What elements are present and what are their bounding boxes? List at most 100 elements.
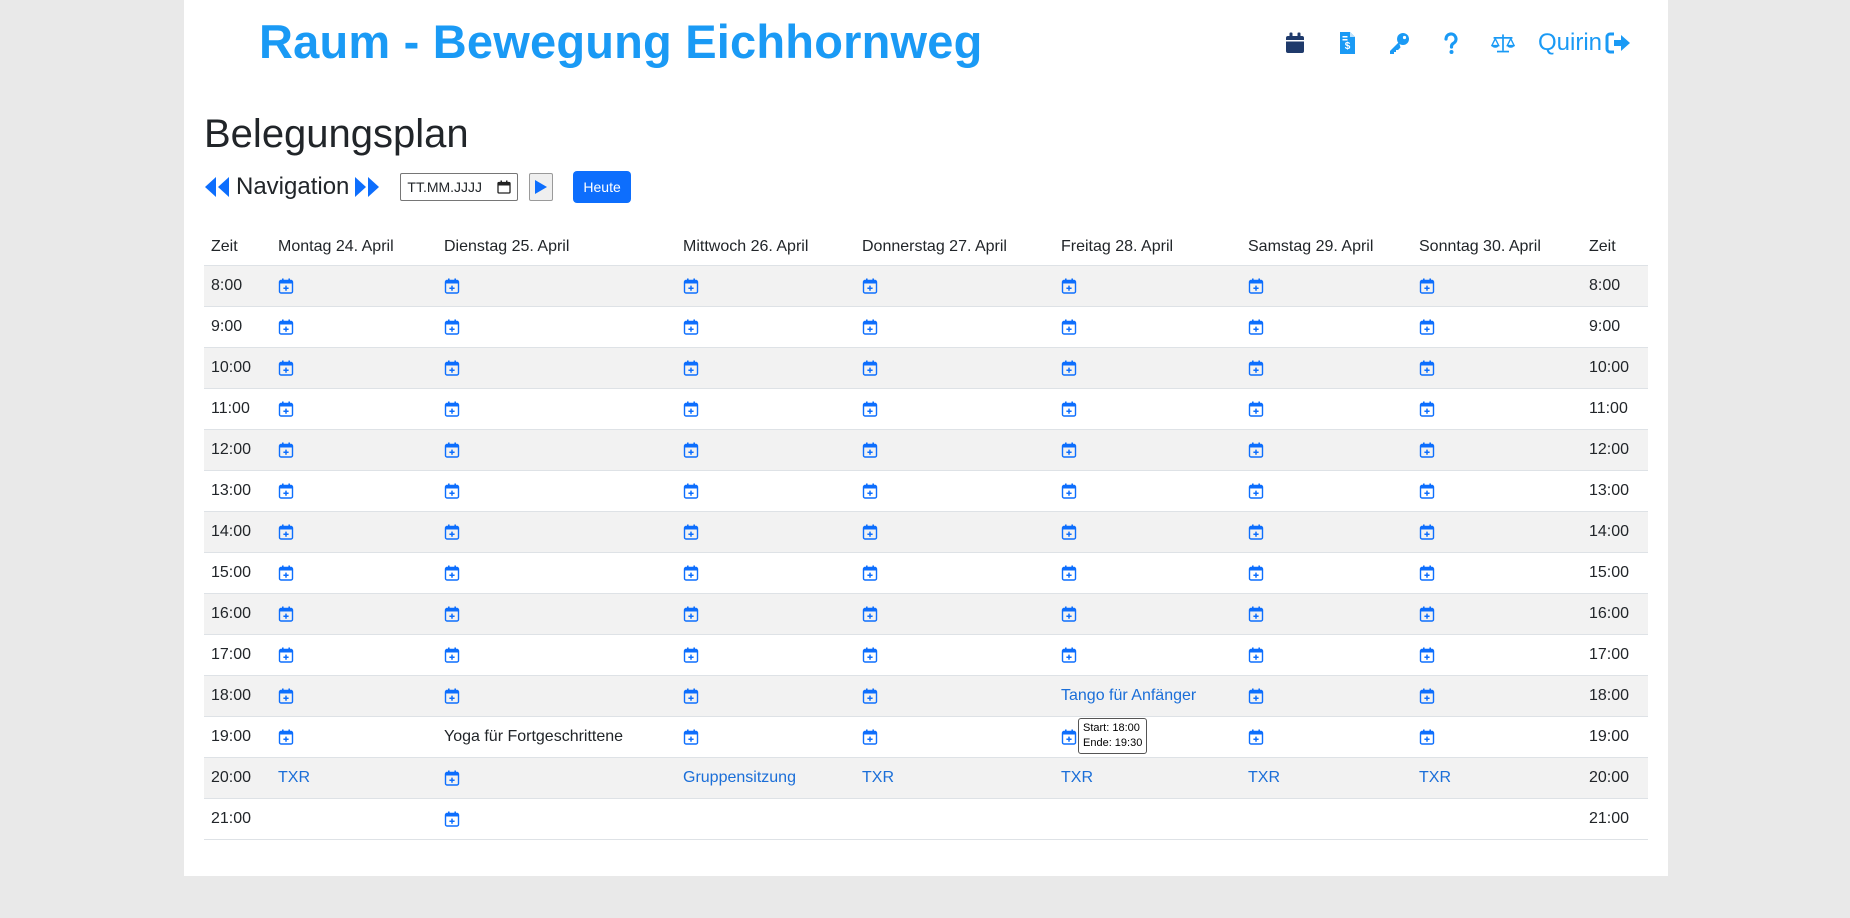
add-booking-icon[interactable] <box>862 278 878 294</box>
booking-link[interactable]: TXR <box>1061 769 1093 786</box>
user-menu[interactable]: Quirin <box>1538 29 1631 57</box>
add-booking-icon[interactable] <box>278 442 294 458</box>
key-icon[interactable] <box>1384 28 1414 58</box>
site-brand[interactable]: Raum - Bewegung Eichhornweg <box>259 14 983 69</box>
booking-link[interactable]: TXR <box>862 769 894 786</box>
add-booking-icon[interactable] <box>683 647 699 663</box>
question-icon[interactable] <box>1436 28 1466 58</box>
go-button[interactable] <box>529 173 554 201</box>
add-booking-icon[interactable] <box>278 729 294 745</box>
add-booking-icon[interactable] <box>683 360 699 376</box>
add-booking-icon[interactable] <box>862 319 878 335</box>
add-booking-icon[interactable] <box>1061 729 1077 745</box>
add-booking-icon[interactable] <box>1419 360 1435 376</box>
add-booking-icon[interactable] <box>444 688 460 704</box>
add-booking-icon[interactable] <box>1248 688 1264 704</box>
add-booking-icon[interactable] <box>1061 524 1077 540</box>
scale-icon[interactable] <box>1488 28 1518 58</box>
add-booking-icon[interactable] <box>278 278 294 294</box>
calendar-picker-icon[interactable] <box>497 180 512 194</box>
add-booking-icon[interactable] <box>683 483 699 499</box>
add-booking-icon[interactable] <box>278 565 294 581</box>
add-booking-icon[interactable] <box>862 442 878 458</box>
calendar-icon[interactable] <box>1280 28 1310 58</box>
add-booking-icon[interactable] <box>1248 483 1264 499</box>
add-booking-icon[interactable] <box>444 606 460 622</box>
add-booking-icon[interactable] <box>278 647 294 663</box>
add-booking-icon[interactable] <box>1419 606 1435 622</box>
add-booking-icon[interactable] <box>1248 729 1264 745</box>
add-booking-icon[interactable] <box>683 688 699 704</box>
add-booking-icon[interactable] <box>1248 319 1264 335</box>
add-booking-icon[interactable] <box>1061 442 1077 458</box>
add-booking-icon[interactable] <box>862 647 878 663</box>
booking-link[interactable]: Gruppensitzung <box>683 769 796 786</box>
booking-link[interactable]: Tango für Anfänger <box>1061 687 1196 704</box>
add-booking-icon[interactable] <box>862 688 878 704</box>
previous-week-icon[interactable] <box>204 175 230 199</box>
add-booking-icon[interactable] <box>444 483 460 499</box>
add-booking-icon[interactable] <box>444 442 460 458</box>
add-booking-icon[interactable] <box>683 401 699 417</box>
add-booking-icon[interactable] <box>1248 401 1264 417</box>
date-input[interactable]: TT.MM.JJJJ <box>400 173 519 201</box>
add-booking-icon[interactable] <box>683 442 699 458</box>
add-booking-icon[interactable] <box>862 606 878 622</box>
add-booking-icon[interactable] <box>1061 483 1077 499</box>
add-booking-icon[interactable] <box>683 565 699 581</box>
add-booking-icon[interactable] <box>1419 729 1435 745</box>
add-booking-icon[interactable] <box>1419 688 1435 704</box>
add-booking-icon[interactable] <box>1419 442 1435 458</box>
add-booking-icon[interactable] <box>278 688 294 704</box>
logout-icon[interactable] <box>1605 31 1631 55</box>
add-booking-icon[interactable] <box>1248 278 1264 294</box>
add-booking-icon[interactable] <box>1061 565 1077 581</box>
add-booking-icon[interactable] <box>1061 360 1077 376</box>
add-booking-icon[interactable] <box>1061 606 1077 622</box>
add-booking-icon[interactable] <box>1248 647 1264 663</box>
add-booking-icon[interactable] <box>862 483 878 499</box>
add-booking-icon[interactable] <box>1248 606 1264 622</box>
add-booking-icon[interactable] <box>1419 483 1435 499</box>
add-booking-icon[interactable] <box>1248 442 1264 458</box>
add-booking-icon[interactable] <box>683 524 699 540</box>
add-booking-icon[interactable] <box>1419 278 1435 294</box>
add-booking-icon[interactable] <box>683 278 699 294</box>
add-booking-icon[interactable] <box>278 606 294 622</box>
add-booking-icon[interactable] <box>278 401 294 417</box>
add-booking-icon[interactable] <box>862 524 878 540</box>
add-booking-icon[interactable] <box>278 524 294 540</box>
add-booking-icon[interactable] <box>1419 319 1435 335</box>
add-booking-icon[interactable] <box>444 319 460 335</box>
add-booking-icon[interactable] <box>1419 647 1435 663</box>
add-booking-icon[interactable] <box>862 360 878 376</box>
add-booking-icon[interactable] <box>444 278 460 294</box>
add-booking-icon[interactable] <box>1419 565 1435 581</box>
add-booking-icon[interactable] <box>444 401 460 417</box>
add-booking-icon[interactable] <box>683 606 699 622</box>
add-booking-icon[interactable] <box>278 319 294 335</box>
booking-link[interactable]: TXR <box>278 769 310 786</box>
add-booking-icon[interactable] <box>1061 319 1077 335</box>
add-booking-icon[interactable] <box>862 401 878 417</box>
booking-link[interactable]: TXR <box>1419 769 1451 786</box>
add-booking-icon[interactable] <box>444 811 460 827</box>
invoice-icon[interactable]: $ <box>1332 28 1362 58</box>
add-booking-icon[interactable] <box>278 483 294 499</box>
add-booking-icon[interactable] <box>683 729 699 745</box>
add-booking-icon[interactable] <box>1419 524 1435 540</box>
add-booking-icon[interactable] <box>1248 360 1264 376</box>
add-booking-icon[interactable] <box>444 524 460 540</box>
next-week-icon[interactable] <box>354 175 380 199</box>
add-booking-icon[interactable] <box>1061 278 1077 294</box>
add-booking-icon[interactable] <box>1061 647 1077 663</box>
add-booking-icon[interactable] <box>278 360 294 376</box>
add-booking-icon[interactable] <box>862 729 878 745</box>
add-booking-icon[interactable] <box>444 565 460 581</box>
add-booking-icon[interactable] <box>1419 401 1435 417</box>
add-booking-icon[interactable] <box>1061 401 1077 417</box>
add-booking-icon[interactable] <box>1248 524 1264 540</box>
booking-link[interactable]: TXR <box>1248 769 1280 786</box>
add-booking-icon[interactable] <box>683 319 699 335</box>
add-booking-icon[interactable] <box>444 770 460 786</box>
